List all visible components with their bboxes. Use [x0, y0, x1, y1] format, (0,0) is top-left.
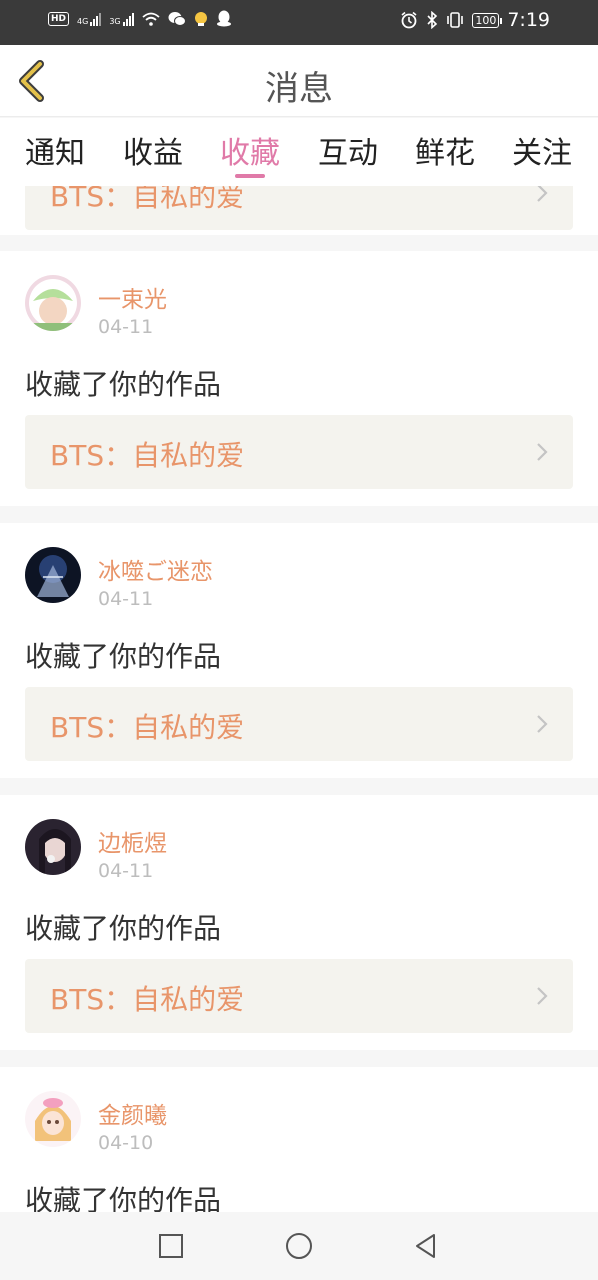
sim2-label: 3G: [109, 16, 121, 26]
wifi-icon: [142, 12, 160, 26]
chevron-right-icon: [537, 987, 548, 1005]
notification-app-icon: [194, 11, 207, 26]
status-right: 100 7:19: [400, 9, 550, 31]
tab-notifications[interactable]: 通知: [15, 128, 95, 172]
square-icon[interactable]: [157, 1232, 185, 1260]
status-left: HD 4G 3G: [48, 10, 232, 27]
message-card: 边栀煜 04-11 收藏了你的作品 BTS：自私的爱: [0, 795, 598, 1050]
avatar[interactable]: [25, 275, 81, 331]
avatar[interactable]: [25, 819, 81, 875]
username[interactable]: 金颜曦: [98, 1096, 167, 1130]
message-card: 一束光 04-11 收藏了你的作品 BTS：自私的爱: [0, 251, 598, 506]
tab-interactions[interactable]: 互动: [308, 128, 388, 172]
chevron-right-icon: [537, 715, 548, 733]
page-title: 消息: [265, 69, 333, 109]
username[interactable]: 冰噬ご迷恋: [98, 552, 213, 586]
chevron-right-icon: [537, 186, 548, 202]
message-text: 收藏了你的作品: [25, 368, 222, 401]
work-title: BTS：自私的爱: [50, 983, 245, 1016]
chevron-right-icon: [537, 443, 548, 461]
active-tab-indicator: [235, 174, 265, 178]
tab-follows[interactable]: 关注: [502, 128, 582, 172]
work-title: BTS：自私的爱: [50, 439, 245, 472]
work-link[interactable]: BTS：自私的爱: [25, 186, 573, 230]
avatar[interactable]: [25, 1091, 81, 1147]
signal-icon-sim1: 4G: [77, 12, 102, 26]
message-text: 收藏了你的作品: [25, 640, 222, 673]
battery-indicator: 100: [472, 12, 503, 28]
work-link[interactable]: BTS：自私的爱: [25, 415, 573, 489]
message-date: 04-11: [98, 860, 154, 882]
triangle-left-icon[interactable]: [412, 1232, 440, 1260]
message-date: 04-11: [98, 588, 154, 610]
message-date: 04-11: [98, 316, 154, 338]
system-nav-bar: [0, 1212, 598, 1280]
qq-icon: [216, 10, 231, 27]
message-text: 收藏了你的作品: [25, 912, 222, 945]
work-link[interactable]: BTS：自私的爱: [25, 959, 573, 1033]
message-list[interactable]: BTS：自私的爱 一束光 04-11 收藏了你的作品 BTS：自私的爱 冰噬ご迷…: [0, 186, 598, 1212]
message-card: 金颜曦 04-10 收藏了你的作品: [0, 1067, 598, 1212]
sim1-label: 4G: [77, 16, 89, 26]
message-date: 04-10: [98, 1132, 154, 1154]
work-link[interactable]: BTS：自私的爱: [25, 687, 573, 761]
avatar[interactable]: [25, 547, 81, 603]
message-text: 收藏了你的作品: [25, 1184, 222, 1212]
work-title: BTS：自私的爱: [50, 186, 245, 213]
tab-flowers[interactable]: 鲜花: [405, 128, 485, 172]
hd-badge: HD: [48, 11, 70, 26]
message-card: 冰噬ご迷恋 04-11 收藏了你的作品 BTS：自私的爱: [0, 523, 598, 778]
header-bar: 消息: [0, 45, 598, 117]
tab-earnings[interactable]: 收益: [113, 128, 193, 172]
vibrate-icon: [447, 12, 464, 28]
alarm-icon: [401, 11, 417, 29]
username[interactable]: 一束光: [98, 280, 167, 314]
work-title: BTS：自私的爱: [50, 711, 245, 744]
message-card: BTS：自私的爱: [0, 186, 598, 235]
status-bar: HD 4G 3G 100 7:19: [0, 0, 598, 45]
status-time: 7:19: [507, 9, 550, 31]
signal-icon-sim2: 3G: [109, 12, 134, 26]
wechat-icon: [168, 11, 186, 26]
tab-favorites[interactable]: 收藏: [210, 128, 290, 172]
circle-icon[interactable]: [285, 1232, 313, 1260]
username[interactable]: 边栀煜: [98, 824, 167, 858]
tab-bar: 通知 收益 收藏 互动 鲜花 关注: [0, 118, 598, 186]
bluetooth-icon: [427, 11, 438, 29]
